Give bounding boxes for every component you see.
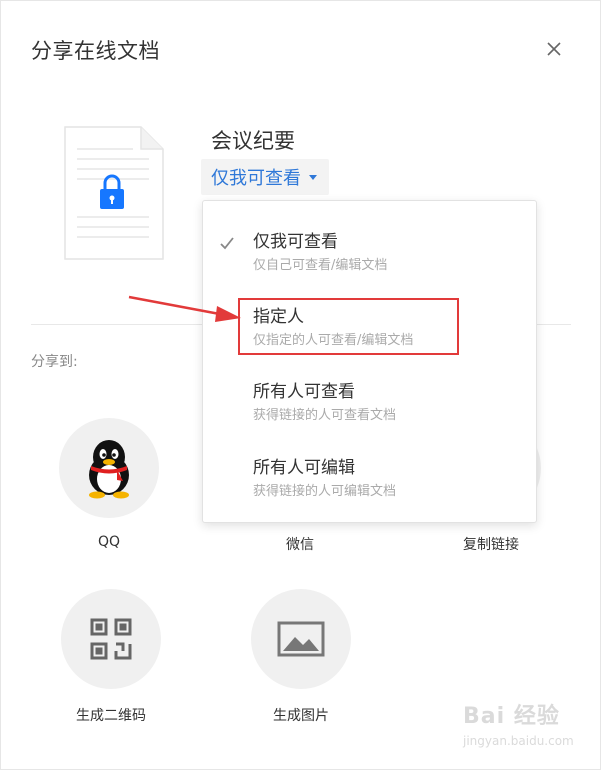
permission-dropdown-menu: 仅我可查看 仅自己可查看/编辑文档 指定人 仅指定的人可查看/编辑文档 所有人可…	[202, 200, 537, 523]
document-name: 会议纪要	[211, 129, 295, 153]
check-icon	[220, 237, 234, 250]
option-sub-label: 获得链接的人可查看文档	[253, 408, 397, 423]
image-icon	[251, 589, 351, 689]
permission-dropdown-toggle[interactable]: 仅我可查看	[201, 159, 329, 195]
generate-image-button[interactable]: 生成图片	[236, 589, 366, 725]
option-everyone-edit[interactable]: 所有人可编辑 获得链接的人可编辑文档	[203, 445, 536, 515]
caret-down-icon	[309, 174, 317, 180]
share-qq-button[interactable]: QQ	[44, 418, 174, 550]
option-main-label: 所有人可编辑	[253, 458, 355, 478]
dialog-title: 分享在线文档	[31, 39, 160, 63]
close-icon[interactable]	[541, 36, 567, 62]
option-everyone-view[interactable]: 所有人可查看 获得链接的人可查看文档	[203, 369, 536, 439]
qq-penguin-icon	[59, 418, 159, 518]
red-arrow-annotation	[128, 295, 241, 322]
qr-code-icon	[61, 589, 161, 689]
document-lock-icon	[64, 126, 164, 260]
option-main-label: 所有人可查看	[253, 382, 355, 402]
highlight-box	[238, 298, 459, 355]
share-qq-label: QQ	[97, 534, 121, 550]
option-only-me[interactable]: 仅我可查看 仅自己可查看/编辑文档	[203, 219, 536, 289]
generate-qrcode-label: 生成二维码	[76, 708, 146, 724]
option-sub-label: 获得链接的人可编辑文档	[253, 484, 397, 499]
baidu-watermark: Bai 经验 jingyan.baidu.com	[463, 698, 593, 756]
watermark-bottom: jingyan.baidu.com	[463, 734, 574, 748]
permission-current-label: 仅我可查看	[211, 168, 301, 189]
share-wechat-label: 微信	[286, 537, 314, 553]
copy-link-label: 复制链接	[463, 537, 519, 553]
share-to-label: 分享到:	[31, 354, 78, 370]
share-dialog: 分享在线文档 会议纪要 仅我可查看 分享到: QQ 微信 复制链接 生成二维码 …	[0, 0, 601, 770]
generate-image-label: 生成图片	[273, 708, 329, 724]
watermark-top: Bai 经验	[463, 704, 560, 729]
option-main-label: 仅我可查看	[253, 232, 338, 252]
generate-qrcode-button[interactable]: 生成二维码	[46, 589, 176, 725]
option-sub-label: 仅自己可查看/编辑文档	[253, 258, 388, 273]
